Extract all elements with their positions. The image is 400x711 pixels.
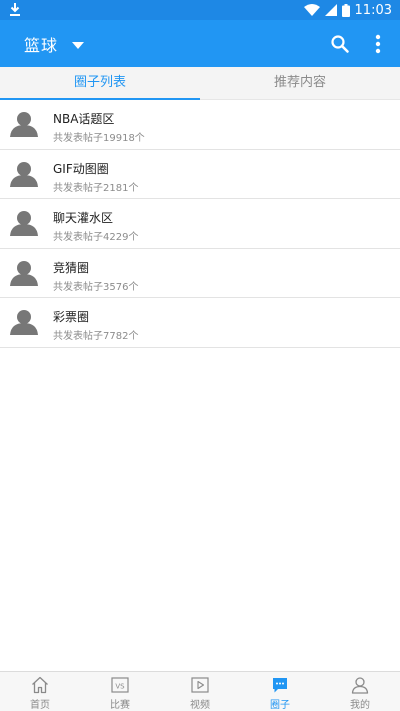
circle-post-count: 共发表帖子7782个	[53, 331, 139, 342]
nav-home-label: 首页	[30, 700, 50, 711]
circle-post-count: 共发表帖子4229个	[53, 232, 139, 243]
user-icon	[351, 677, 369, 694]
list-item[interactable]: 竞猜圈 共发表帖子3576个	[0, 249, 400, 298]
signal-icon	[324, 4, 337, 16]
app-bar-title: 篮球	[24, 35, 59, 55]
avatar-icon	[10, 161, 38, 187]
nav-home[interactable]: 首页	[0, 672, 80, 711]
chat-icon	[273, 678, 287, 693]
circle-post-count: 共发表帖子19918个	[53, 133, 145, 144]
status-bar: 11:03	[0, 0, 400, 20]
circle-name: NBA话题区	[53, 112, 115, 126]
nav-mine-label: 我的	[350, 700, 370, 711]
download-icon	[10, 3, 20, 16]
nav-mine[interactable]: 我的	[320, 672, 400, 711]
circle-list: NBA话题区 共发表帖子19918个 GIF动图圈 共发表帖子2181个 聊天灌…	[0, 100, 400, 348]
wifi-icon	[303, 4, 320, 16]
nav-matches[interactable]: VS 比赛	[80, 672, 160, 711]
avatar-icon	[10, 310, 38, 335]
tab-bar: 圈子列表 推荐内容	[0, 67, 400, 100]
nav-video[interactable]: 视频	[160, 672, 240, 711]
caret-down-icon	[72, 41, 85, 49]
nav-video-label: 视频	[190, 700, 210, 711]
circle-post-count: 共发表帖子2181个	[53, 182, 139, 194]
list-item[interactable]: NBA话题区 共发表帖子19918个	[0, 100, 400, 150]
circle-name: GIF动图圈	[53, 161, 109, 176]
vs-icon: VS	[111, 677, 129, 693]
circle-name: 彩票圈	[53, 310, 90, 324]
tab-recommended[interactable]: 推荐内容	[200, 67, 400, 99]
list-item[interactable]: GIF动图圈 共发表帖子2181个	[0, 150, 400, 199]
vs-icon-text: VS	[115, 683, 125, 691]
avatar-icon	[10, 260, 38, 286]
battery-icon	[341, 3, 350, 17]
tab-circle-list[interactable]: 圈子列表	[0, 67, 200, 100]
circle-name: 聊天灌水区	[53, 211, 114, 225]
avatar-icon	[10, 112, 38, 137]
list-item[interactable]: 聊天灌水区 共发表帖子4229个	[0, 199, 400, 249]
sport-selector[interactable]: 篮球	[24, 20, 85, 67]
home-icon	[32, 676, 48, 694]
status-time: 11:03	[354, 2, 392, 18]
bottom-nav: 首页 VS 比赛 视频 圈子 我的	[0, 671, 400, 711]
more-vert-icon[interactable]	[368, 32, 388, 56]
circle-post-count: 共发表帖子3576个	[53, 281, 139, 293]
app-bar: 篮球	[0, 20, 400, 67]
video-icon	[191, 677, 209, 693]
nav-matches-label: 比赛	[110, 700, 130, 711]
nav-circle[interactable]: 圈子	[240, 672, 320, 711]
list-item[interactable]: 彩票圈 共发表帖子7782个	[0, 298, 400, 348]
nav-circle-label: 圈子	[270, 700, 290, 711]
circle-name: 竞猜圈	[53, 260, 90, 275]
search-icon[interactable]	[328, 32, 352, 56]
avatar-icon	[10, 211, 38, 236]
